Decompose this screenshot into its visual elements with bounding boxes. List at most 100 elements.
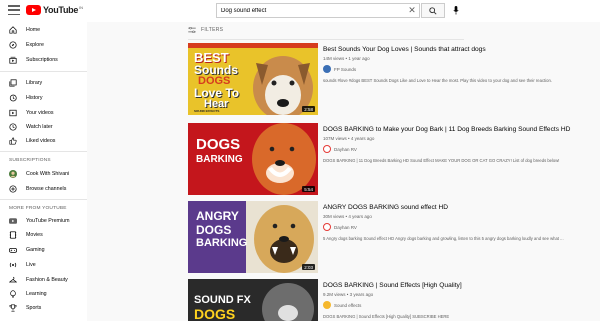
channel-link[interactable]: Sound effects [323, 301, 361, 309]
search-box: ✕ [216, 3, 420, 18]
thumbs-up-icon [9, 137, 17, 145]
thumbnail-text: SOUND EFFECTS [194, 109, 220, 113]
microphone-icon [453, 6, 459, 15]
sidebar-item-subscriptions[interactable]: Subscriptions [0, 54, 87, 66]
video-meta: 107M views • 4 years ago [323, 136, 375, 141]
sidebar-item-explore[interactable]: Explore [0, 39, 87, 51]
home-icon [9, 26, 17, 34]
video-thumbnail[interactable]: SOUND FX DOGS [188, 279, 318, 321]
thumbnail-text: DOGS [194, 306, 236, 321]
video-result: SOUND FX DOGS DOGS BARKING | Sound Effec… [188, 279, 600, 321]
youtube-icon [26, 5, 41, 15]
channel-name: FP Sounds [334, 66, 357, 72]
subscriptions-icon [9, 56, 17, 64]
search-input[interactable] [217, 4, 405, 17]
history-icon [9, 94, 17, 102]
sidebar-item-label: Movies [26, 232, 43, 238]
search-button[interactable] [421, 3, 445, 18]
video-thumbnail[interactable]: DOGS BARKING 5:54 [188, 123, 318, 195]
sidebar-item-home[interactable]: Home [0, 24, 87, 36]
video-duration: 5:54 [302, 186, 315, 192]
sidebar-item-fashion-beauty[interactable]: Fashion & Beauty [0, 274, 87, 286]
video-description: DOGS BARKING | Sound Effects [High Quali… [323, 314, 450, 319]
thumbnail-text: BARKING [196, 154, 243, 165]
sidebar-item-label: Your videos [26, 110, 54, 116]
sidebar-divider [0, 199, 87, 200]
sidebar-item-label: Live [26, 262, 36, 268]
sidebar-item-label: Subscriptions [26, 57, 58, 63]
sidebar-item-learning[interactable]: Learning [0, 288, 87, 300]
plus-circle-icon [9, 185, 17, 193]
video-duration: 2:58 [302, 106, 315, 112]
video-thumbnail[interactable]: ANGRY DOGS BARKING 2:03 [188, 201, 318, 273]
video-meta: 14M views • 1 year ago [323, 56, 370, 61]
live-icon [9, 261, 17, 269]
sidebar-item-youtube-premium[interactable]: YouTube Premium [0, 215, 87, 227]
compass-icon [9, 41, 17, 49]
thumbnail-text: DOGS [196, 223, 232, 237]
thumbnail-text: SOUND FX [194, 294, 251, 306]
sidebar-item-label: Watch later [26, 124, 53, 130]
sidebar-item-label: YouTube Premium [26, 218, 70, 224]
sidebar-item-browse-channels[interactable]: Browse channels [0, 183, 87, 195]
menu-icon[interactable] [8, 5, 20, 15]
channel-link[interactable]: FP Sounds [323, 65, 356, 73]
logo-country: IN [79, 4, 84, 10]
film-icon [9, 231, 17, 239]
sidebar-item-history[interactable]: History [0, 92, 87, 104]
video-meta: 9.2M views • 3 years ago [323, 292, 374, 297]
trophy-icon [9, 304, 17, 312]
thumbnail-text: BARKING [196, 237, 248, 249]
voice-search-button[interactable] [449, 3, 463, 18]
channel-link[interactable]: Dayhan RV [323, 223, 357, 231]
video-duration: 2:03 [302, 264, 315, 270]
video-title[interactable]: ANGRY DOGS BARKING sound effect HD [323, 204, 448, 211]
clear-search-button[interactable]: ✕ [405, 5, 419, 16]
sidebar-item-label: Sports [26, 305, 42, 311]
video-description: 5 Angry dogs barking Sound effect HD Ang… [323, 236, 564, 241]
sidebar-item-label: History [26, 95, 43, 101]
sidebar-item-label: Cook With Shivani [26, 171, 70, 177]
sidebar-divider [0, 151, 87, 152]
youtube-logo[interactable]: YouTube IN [26, 5, 83, 15]
video-result: BEST Sounds DOGS Love To Hear SOUND EFFE… [188, 43, 600, 115]
video-title[interactable]: DOGS BARKING | Sound Effects [High Quali… [323, 282, 462, 289]
video-title[interactable]: Best Sounds Your Dog Loves | Sounds that… [323, 46, 486, 53]
channel-name: Dayhan RV [334, 146, 357, 152]
channel-avatar [323, 223, 331, 231]
sidebar-item-sports[interactable]: Sports [0, 302, 87, 314]
video-title[interactable]: DOGS BARKING to Make your Dog Bark | 11 … [323, 126, 570, 133]
video-description: DOGS BARKING | 11 Dog Breeds Barking HD … [323, 158, 560, 163]
library-icon [9, 79, 17, 87]
filters-divider [188, 39, 464, 40]
video-thumbnail[interactable]: BEST Sounds DOGS Love To Hear SOUND EFFE… [188, 43, 318, 115]
filter-icon [188, 27, 196, 33]
filters-button[interactable]: FILTERS [188, 27, 223, 33]
sidebar-item-label: Liked videos [26, 138, 56, 144]
sidebar-item-live[interactable]: Live [0, 259, 87, 271]
channel-name: Sound effects [334, 302, 362, 308]
sidebar-item-your-videos[interactable]: Your videos [0, 107, 87, 119]
sidebar-item-movies[interactable]: Movies [0, 229, 87, 241]
thumbnail-text: ANGRY [196, 209, 239, 223]
sidebar-item-watch-later[interactable]: Watch later [0, 121, 87, 133]
channel-name: Dayhan RV [334, 224, 357, 230]
youtube-icon [9, 217, 17, 225]
sidebar-item-label: Learning [26, 291, 47, 297]
sidebar-item-liked-videos[interactable]: Liked videos [0, 135, 87, 147]
video-result: ANGRY DOGS BARKING 2:03 ANGRY DOGS BARKI… [188, 201, 600, 273]
search-icon [429, 6, 437, 15]
filters-label: FILTERS [201, 27, 224, 33]
video-description: sounds #love #dogs BEST Sounds Dogs Like… [323, 78, 552, 83]
logo-text: YouTube [43, 5, 79, 15]
video-result: DOGS BARKING 5:54 DOGS BARKING to Make y… [188, 123, 600, 195]
subscriptions-heading: SUBSCRIPTIONS [9, 158, 51, 163]
sidebar-item-gaming[interactable]: Gaming [0, 244, 87, 256]
sidebar-item-library[interactable]: Library [0, 77, 87, 89]
top-bar: YouTube IN ✕ [0, 0, 600, 22]
hanger-icon [9, 276, 17, 284]
bulb-icon [9, 290, 17, 298]
sidebar-item-cook-with-shivani[interactable]: Cook With Shivani [0, 168, 87, 180]
sidebar-item-label: Library [26, 80, 43, 86]
channel-link[interactable]: Dayhan RV [323, 145, 357, 153]
